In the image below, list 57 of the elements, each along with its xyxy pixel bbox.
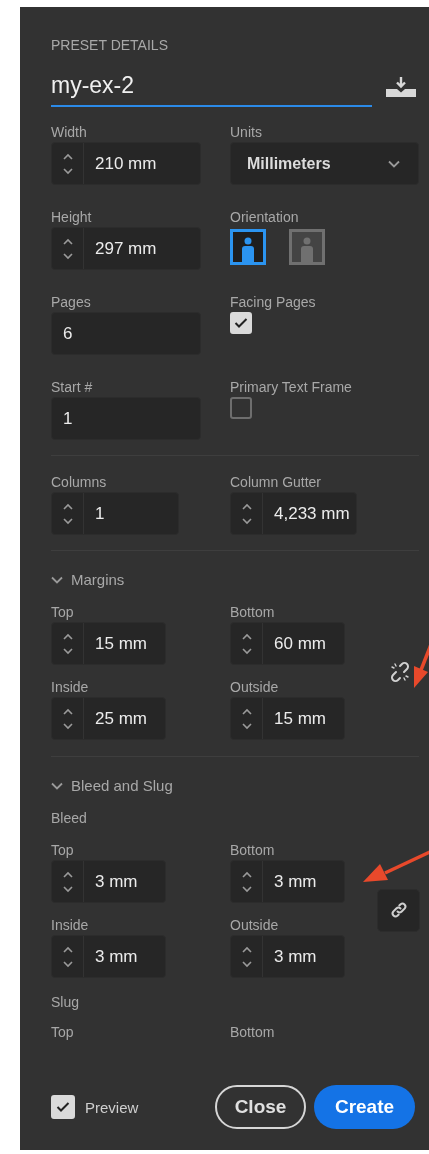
preview-label: Preview <box>85 1098 139 1116</box>
field-label: Inside <box>51 679 90 695</box>
number-stepper-field[interactable]: 60 mm <box>230 622 345 665</box>
field-label: Column Gutter <box>230 474 323 490</box>
field-label: Facing Pages <box>230 294 317 310</box>
panel-title: PRESET DETAILS <box>51 37 169 53</box>
field-label: Bottom <box>230 1024 276 1040</box>
field-label: Bottom <box>230 842 276 858</box>
number-stepper-field[interactable]: 25 mm <box>51 697 166 740</box>
units-dropdown[interactable]: Millimeters <box>230 142 419 185</box>
field-label: Top <box>51 842 75 858</box>
group-label: Bleed <box>51 810 88 826</box>
number-stepper-field[interactable]: 4,233 mm <box>230 492 357 535</box>
group-label: Slug <box>51 994 81 1010</box>
field-label: Top <box>51 604 75 620</box>
field-label: Start # <box>51 379 94 395</box>
number-stepper-field[interactable]: 15 mm <box>51 622 166 665</box>
create-button[interactable]: Create <box>314 1085 415 1129</box>
number-stepper-field[interactable]: 3 mm <box>230 860 345 903</box>
field-label: Columns <box>51 474 108 490</box>
chevron-down-icon <box>388 159 400 168</box>
number-stepper-field[interactable]: 210 mm <box>51 142 201 185</box>
input-field[interactable]: 1 <box>51 397 201 440</box>
person-icon <box>241 236 255 262</box>
number-stepper-field[interactable]: 15 mm <box>230 697 345 740</box>
field-label: Width <box>51 124 88 140</box>
close-button[interactable]: Close <box>215 1085 306 1129</box>
section-header[interactable]: Bleed and Slug <box>71 778 173 794</box>
checkbox[interactable] <box>230 397 252 419</box>
orientation-option[interactable] <box>230 229 266 265</box>
number-stepper-field[interactable]: 3 mm <box>51 935 166 978</box>
link-icon[interactable] <box>377 888 420 932</box>
checkmark-icon <box>234 317 248 329</box>
field-label: Bottom <box>230 604 276 620</box>
annotation-arrow <box>363 849 429 882</box>
field-label: Inside <box>51 917 90 933</box>
number-stepper-field[interactable]: 1 <box>51 492 179 535</box>
chevron-down-icon <box>51 782 63 790</box>
field-label: Outside <box>230 679 280 695</box>
field-label: Height <box>51 209 93 225</box>
person-icon <box>300 236 314 262</box>
chevron-down-icon <box>51 576 63 584</box>
field-label: Units <box>230 124 263 140</box>
save-preset-icon[interactable] <box>386 77 416 97</box>
checkmark-icon <box>56 1101 70 1113</box>
broken-link-icon[interactable] <box>389 661 411 683</box>
field-label: Orientation <box>230 209 300 225</box>
section-header[interactable]: Margins <box>71 572 125 588</box>
input-field[interactable]: 6 <box>51 312 201 355</box>
field-label: Primary Text Frame <box>230 379 353 395</box>
number-stepper-field[interactable]: 3 mm <box>230 935 345 978</box>
field-label: Pages <box>51 294 92 310</box>
name-field[interactable]: my-ex-2 <box>51 67 372 107</box>
field-label: Outside <box>230 917 280 933</box>
number-stepper-field[interactable]: 3 mm <box>51 860 166 903</box>
number-stepper-field[interactable]: 297 mm <box>51 227 201 270</box>
field-label: Top <box>51 1024 75 1040</box>
